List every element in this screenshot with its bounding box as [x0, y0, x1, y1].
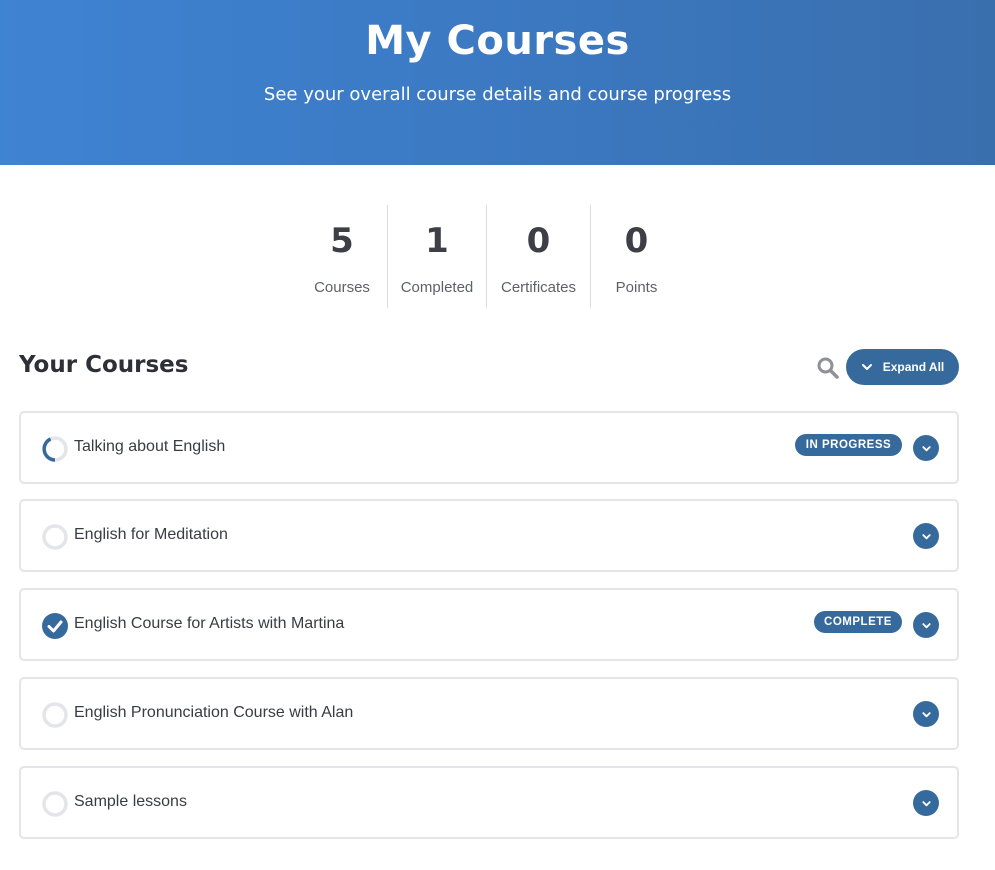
stat-label: Points — [615, 279, 658, 296]
page-header: My Courses See your overall course detai… — [0, 0, 995, 165]
chevron-down-icon — [861, 364, 872, 370]
expand-all-label: Expand All — [882, 360, 945, 374]
expand-all-button[interactable]: Expand All — [846, 349, 959, 385]
stat-label: Certificates — [500, 279, 577, 296]
course-title: English for Meditation — [74, 526, 228, 543]
expand-course-button[interactable] — [913, 435, 939, 461]
stat-label: Courses — [314, 279, 370, 296]
course-title: English Course for Artists with Martina — [74, 615, 345, 632]
status-badge: COMPLETE — [814, 611, 902, 633]
chevron-down-icon — [921, 445, 931, 451]
expand-course-button[interactable] — [913, 701, 939, 727]
progress-ring-icon — [41, 435, 69, 463]
empty-ring-icon — [41, 790, 69, 818]
course-title: English Pronunciation Course with Alan — [74, 704, 354, 721]
page-subtitle: See your overall course details and cour… — [263, 84, 732, 105]
stats-bar: 5 Courses 1 Completed 0 Certificates 0 P… — [297, 205, 682, 308]
page-title: My Courses — [365, 18, 630, 64]
course-item[interactable]: Talking about English IN PROGRESS — [19, 411, 959, 484]
search-icon[interactable] — [816, 356, 840, 380]
stat-value: 0 — [624, 221, 649, 261]
chevron-down-icon — [921, 800, 931, 806]
expand-course-button[interactable] — [913, 523, 939, 549]
stat-value: 0 — [526, 221, 551, 261]
stat-value: 1 — [425, 221, 449, 261]
chevron-down-icon — [921, 622, 931, 628]
chevron-down-icon — [921, 533, 931, 539]
empty-ring-icon — [41, 523, 69, 551]
status-badge: IN PROGRESS — [795, 434, 902, 456]
stat-courses: 5 Courses — [297, 205, 387, 308]
stat-certificates: 0 Certificates — [486, 205, 590, 308]
section-title: Your Courses — [19, 352, 189, 378]
course-item[interactable]: English for Meditation — [19, 499, 959, 572]
course-title: Talking about English — [74, 438, 226, 455]
stat-points: 0 Points — [590, 205, 682, 308]
course-item[interactable]: Sample lessons — [19, 766, 959, 839]
stat-label: Completed — [400, 279, 474, 296]
stat-completed: 1 Completed — [387, 205, 486, 308]
stat-value: 5 — [330, 221, 354, 261]
empty-ring-icon — [41, 701, 69, 729]
course-item[interactable]: English Course for Artists with Martina … — [19, 588, 959, 661]
course-item[interactable]: English Pronunciation Course with Alan — [19, 677, 959, 750]
chevron-down-icon — [921, 711, 931, 717]
expand-course-button[interactable] — [913, 790, 939, 816]
course-title: Sample lessons — [74, 793, 187, 810]
expand-course-button[interactable] — [913, 612, 939, 638]
checkmark-icon — [41, 612, 69, 640]
